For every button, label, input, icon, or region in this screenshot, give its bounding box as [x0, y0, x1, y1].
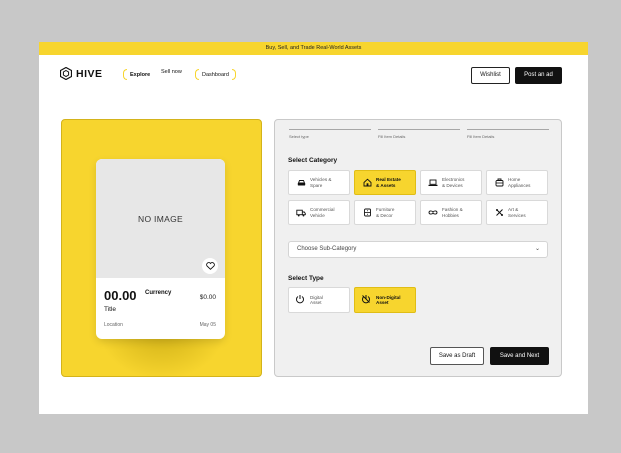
- truck-icon: [296, 208, 306, 218]
- laptop-icon: [428, 178, 438, 188]
- price-value: 00.00: [104, 288, 137, 303]
- category-commercial-vehicle[interactable]: Commercial Vehicle: [288, 200, 350, 225]
- top-banner: Buy, Sell, and Trade Real-World Assets: [39, 42, 588, 55]
- category-label: Furniture & Decor: [376, 207, 395, 218]
- select-category-title: Select Category: [288, 157, 338, 164]
- type-label: Non-Digital Asset: [376, 294, 401, 305]
- subcategory-placeholder: Choose Sub-Category: [297, 246, 357, 252]
- category-label: Fashion & Hobbies: [442, 207, 463, 218]
- bracket-left-icon: [123, 69, 127, 80]
- type-digital-asset[interactable]: Digital Asset: [288, 287, 350, 313]
- subcategory-select[interactable]: Choose Sub-Category ⌄: [288, 241, 548, 258]
- form-panel: Select type Fill Item Details Fill Item …: [274, 119, 562, 377]
- home-icon: [362, 178, 372, 188]
- step-label: Fill Item Details: [467, 134, 495, 139]
- step-bar: [467, 129, 549, 130]
- card-location: Location: [104, 322, 123, 328]
- nav-link-label: Dashboard: [202, 71, 229, 78]
- category-label: Art & Services: [508, 207, 526, 218]
- step-label: Fill Item Details: [378, 134, 406, 139]
- step-bar: [378, 129, 460, 130]
- category-label: Commercial Vehicle: [310, 207, 335, 218]
- post-ad-button[interactable]: Post an ad: [515, 67, 562, 84]
- card-title: Title: [104, 306, 117, 313]
- card-date: May 05: [199, 322, 216, 328]
- nav-link-label: Explore: [130, 71, 151, 78]
- category-fashion[interactable]: Fashion & Hobbies: [420, 200, 482, 225]
- category-label: Home Appliances: [508, 177, 531, 188]
- preview-panel: NO IMAGE 00.00 Currency $0.00 Title Loca…: [61, 119, 262, 377]
- bracket-left-icon: [195, 69, 199, 80]
- nav-link-explore[interactable]: Explore: [123, 69, 150, 80]
- appliance-icon: [494, 178, 504, 188]
- step-bar: [289, 129, 371, 130]
- nav-link-sell-now[interactable]: Sell now: [161, 69, 182, 75]
- nav-link-dashboard[interactable]: Dashboard: [195, 69, 236, 80]
- category-real-estate[interactable]: Real Estate & Assets: [354, 170, 416, 195]
- navbar: HIVE Explore Sell now Dashboard Wishlist…: [39, 55, 588, 93]
- category-art[interactable]: Art & Services: [486, 200, 548, 225]
- type-label: Digital Asset: [310, 294, 323, 305]
- app-frame: Buy, Sell, and Trade Real-World Assets H…: [39, 42, 588, 414]
- save-draft-button[interactable]: Save as Draft: [430, 347, 484, 365]
- favorite-button[interactable]: [202, 258, 218, 274]
- heart-icon: [205, 257, 215, 275]
- category-label: Vehicles & Spare: [310, 177, 332, 188]
- fashion-icon: [428, 208, 438, 218]
- category-label: Real Estate & Assets: [376, 177, 401, 188]
- select-type-title: Select Type: [288, 275, 324, 282]
- price-secondary: $0.00: [199, 294, 216, 301]
- listing-preview-card: NO IMAGE 00.00 Currency $0.00 Title Loca…: [96, 159, 225, 339]
- nav-link-label: Sell now: [161, 69, 182, 75]
- art-icon: [494, 208, 504, 218]
- type-non-digital-asset[interactable]: Non-Digital Asset: [354, 287, 416, 313]
- step-fill-details-2[interactable]: Fill Item Details: [467, 129, 549, 139]
- chevron-down-icon: ⌄: [534, 246, 540, 252]
- wishlist-button[interactable]: Wishlist: [471, 67, 510, 84]
- logo[interactable]: HIVE: [59, 66, 103, 81]
- step-fill-details[interactable]: Fill Item Details: [378, 129, 460, 139]
- category-vehicles[interactable]: Vehicles & Spare: [288, 170, 350, 195]
- no-power-icon: [361, 291, 371, 309]
- category-home-appliances[interactable]: Home Appliances: [486, 170, 548, 195]
- category-furniture[interactable]: Furniture & Decor: [354, 200, 416, 225]
- bracket-right-icon: [231, 69, 236, 80]
- power-icon: [295, 291, 305, 309]
- hive-logo-icon: [59, 66, 73, 81]
- car-icon: [296, 178, 306, 188]
- step-select-type[interactable]: Select type: [289, 129, 371, 139]
- save-next-button[interactable]: Save and Next: [490, 347, 549, 365]
- currency-label: Currency: [145, 290, 172, 296]
- furniture-icon: [362, 208, 372, 218]
- step-label: Select type: [289, 134, 309, 139]
- category-label: Electronics & Devices: [442, 177, 465, 188]
- category-electronics[interactable]: Electronics & Devices: [420, 170, 482, 195]
- logo-text: HIVE: [76, 67, 103, 80]
